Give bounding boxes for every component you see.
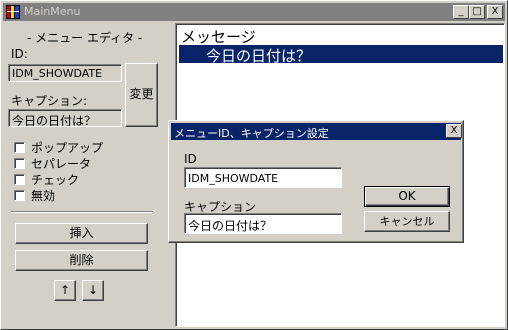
delete-button[interactable]: 削除: [15, 250, 148, 271]
popup-checkbox[interactable]: [14, 142, 25, 153]
disabled-checkbox[interactable]: [14, 190, 25, 201]
menu-item-date-label: 今日の日付は？: [206, 47, 312, 65]
move-up-button[interactable]: ↑: [54, 280, 76, 301]
dialog-cancel-button[interactable]: キャンセル: [364, 211, 450, 232]
move-down-button[interactable]: ↓: [82, 280, 104, 301]
id-label: ID:: [11, 47, 28, 61]
change-button[interactable]: 変更: [125, 63, 158, 127]
checked-checkbox-label: チェック: [31, 173, 80, 187]
app-icon: [6, 5, 20, 19]
main-window: MainMenu _ □ X - メニュー エディタ - ID: IDM_SHO…: [0, 0, 508, 330]
divider: [11, 211, 153, 213]
dialog-ok-button[interactable]: OK: [364, 186, 450, 207]
minimize-button[interactable]: _: [453, 5, 469, 19]
menu-item-message[interactable]: メッセージ: [181, 26, 256, 47]
dialog-title: メニューID、キャプション設定: [174, 127, 329, 140]
id-caption-dialog: メニューID、キャプション設定 X ID IDM_SHOWDATE キャプション…: [168, 120, 464, 243]
caption-label: キャプション:: [11, 94, 88, 108]
menu-item-date-selected[interactable]: 今日の日付は？: [179, 45, 503, 65]
dialog-close-button[interactable]: X: [446, 124, 462, 138]
insert-button[interactable]: 挿入: [15, 223, 148, 244]
dialog-id-input[interactable]: IDM_SHOWDATE: [184, 167, 342, 188]
maximize-button[interactable]: □: [469, 5, 485, 19]
caption-field[interactable]: 今日の日付は？: [8, 109, 122, 127]
title-bar[interactable]: MainMenu _ □ X: [3, 3, 505, 21]
disabled-checkbox-label: 無効: [31, 189, 56, 203]
editor-group-title: - メニュー エディタ -: [27, 31, 143, 45]
dialog-title-bar[interactable]: メニューID、キャプション設定 X: [171, 123, 462, 140]
id-field[interactable]: IDM_SHOWDATE: [8, 64, 122, 82]
dialog-id-label: ID: [184, 152, 197, 166]
close-button[interactable]: X: [487, 5, 503, 19]
checked-checkbox[interactable]: [14, 174, 25, 185]
separator-checkbox[interactable]: [14, 158, 25, 169]
dialog-caption-input[interactable]: 今日の日付は？: [184, 213, 342, 234]
separator-checkbox-label: セパレータ: [31, 157, 92, 171]
popup-checkbox-label: ポップアップ: [31, 141, 104, 155]
window-title: MainMenu: [24, 5, 81, 18]
